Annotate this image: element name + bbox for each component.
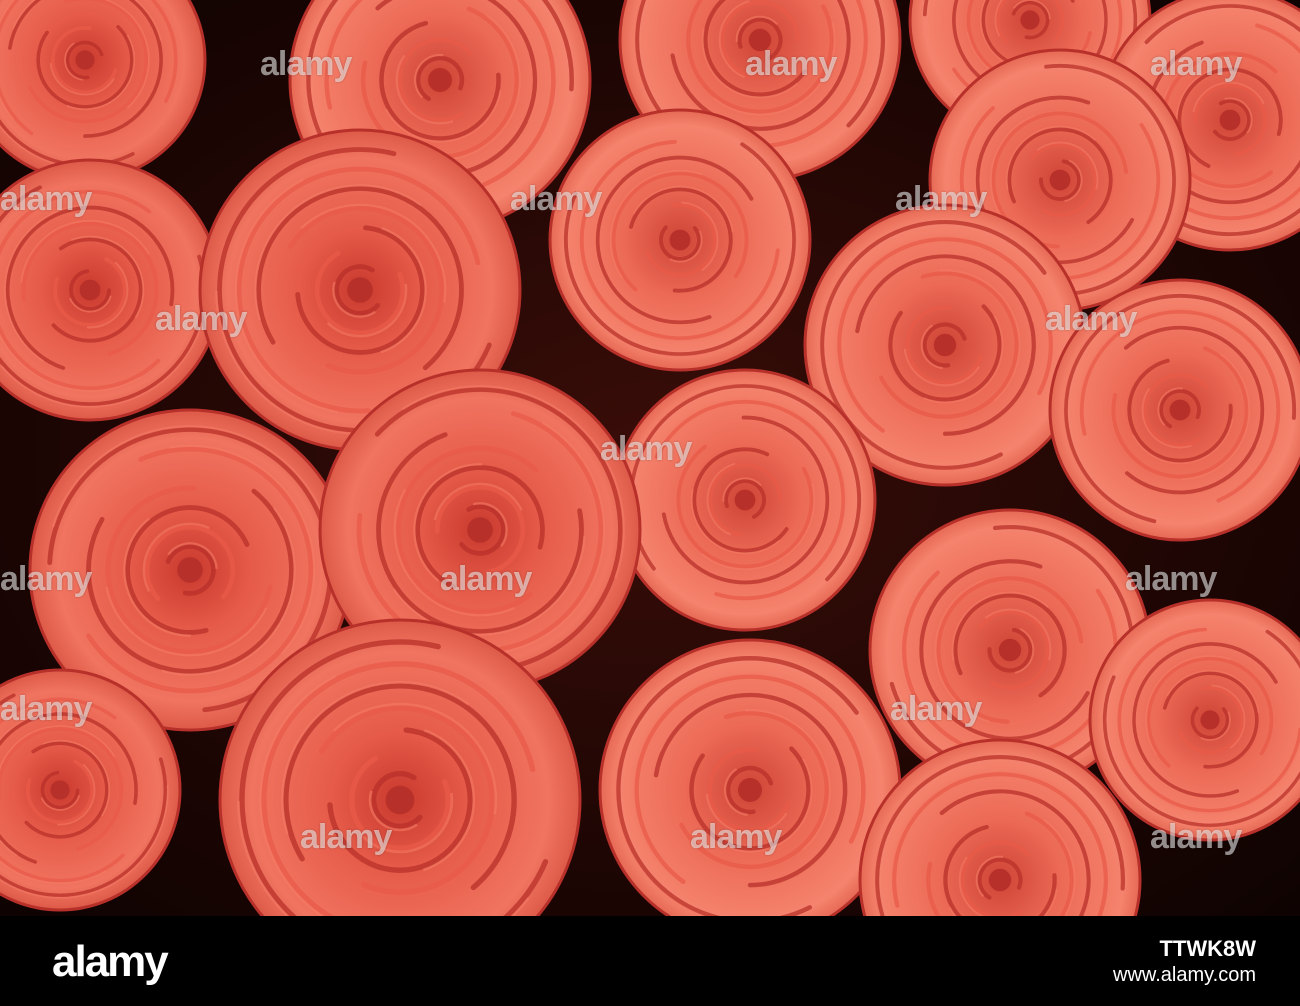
footer-info: TTWK8W www.alamy.com bbox=[1113, 936, 1256, 988]
rose-bloom bbox=[0, 158, 222, 422]
rose-photo: alamy alamy alamy alamy alamy alamy alam… bbox=[0, 0, 1300, 916]
site-url: www.alamy.com bbox=[1113, 964, 1256, 986]
alamy-logo: alamy bbox=[52, 937, 169, 986]
roses-image bbox=[0, 0, 1300, 916]
rose-bloom bbox=[1048, 278, 1300, 542]
image-id: TTWK8W bbox=[1159, 936, 1256, 961]
rose-bloom bbox=[548, 108, 812, 372]
rose-bloom bbox=[598, 638, 902, 916]
stock-footer: alamy TTWK8W www.alamy.com bbox=[0, 916, 1300, 1006]
rose-bloom bbox=[0, 0, 207, 182]
rose-bloom bbox=[613, 368, 877, 632]
